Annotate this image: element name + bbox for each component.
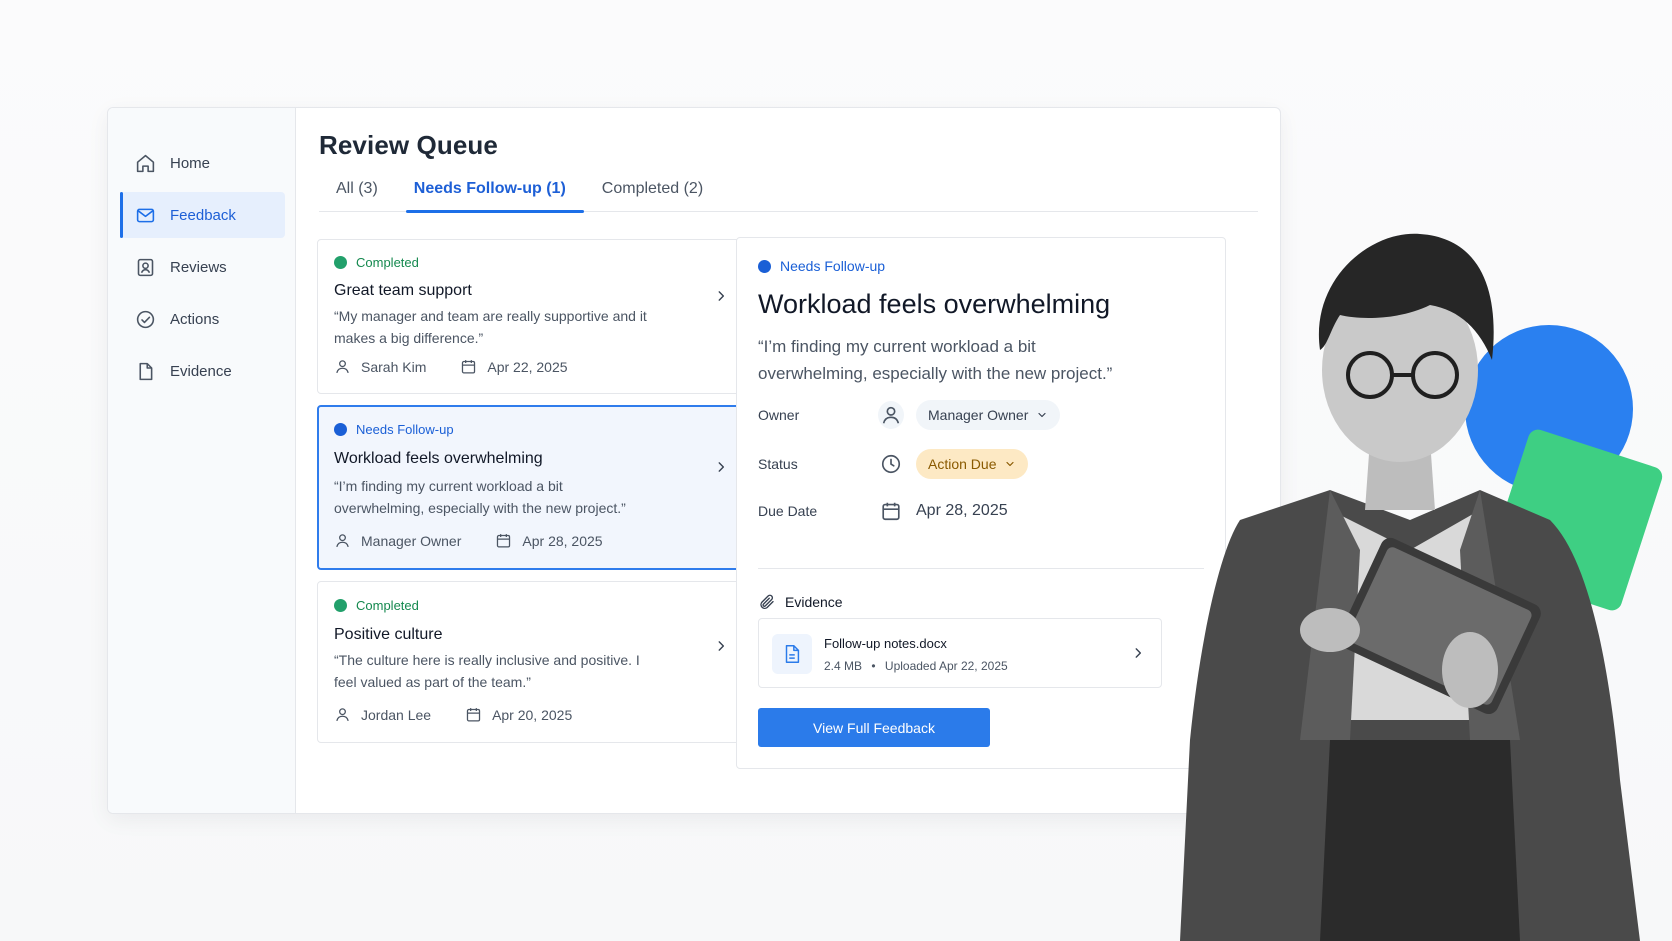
card-meta: Manager Owner Apr 28, 2025 (334, 532, 603, 550)
sidebar-item-label: Feedback (170, 206, 236, 224)
user-icon (334, 358, 352, 376)
main-panel: Review Queue All (3) Needs Follow-up (1)… (297, 108, 1280, 813)
file-uploaded: Uploaded Apr 22, 2025 (884, 659, 1008, 673)
status-dot (334, 423, 347, 436)
detail-status-badge: Needs Follow-up (758, 258, 885, 274)
calendar-icon (460, 358, 478, 376)
feedback-card[interactable]: Completed Positive culture “The culture … (317, 581, 746, 743)
person-illustration (1180, 233, 1640, 941)
status-badge: Completed (334, 255, 419, 270)
evidence-file[interactable]: Follow-up notes.docx 2.4 MB • Uploaded A… (758, 618, 1162, 688)
status-badge: Completed (334, 598, 419, 613)
status-label: Status (758, 456, 798, 472)
calendar-icon (495, 532, 513, 550)
status-field: Status Action Due (758, 449, 1029, 479)
document-icon (134, 360, 156, 382)
card-date: Apr 20, 2025 (492, 707, 573, 723)
sidebar-item-label: Reviews (170, 258, 227, 276)
owner-label: Owner (758, 407, 800, 423)
card-date: Apr 22, 2025 (487, 359, 568, 375)
chevron-right-icon (1131, 646, 1147, 662)
calendar-icon (465, 706, 483, 724)
card-quote: “My manager and team are really supporti… (334, 308, 647, 346)
check-circle-icon (134, 308, 156, 330)
sidebar-item-reviews[interactable]: Reviews (121, 244, 285, 290)
sidebar-item-label: Home (170, 154, 211, 172)
paperclip-icon (760, 594, 774, 609)
user-icon (334, 532, 352, 550)
chevron-down-icon (1038, 412, 1046, 418)
reviews-icon (134, 256, 156, 278)
card-title: Workload feels overwhelming (334, 450, 543, 467)
status-dot (334, 256, 347, 269)
tab-completed[interactable]: Completed (2) (584, 176, 721, 212)
due-date-field: Due Date Apr 28, 2025 (758, 498, 1008, 524)
feedback-card[interactable]: Completed Great team support “My manager… (317, 239, 746, 394)
file-name: Follow-up notes.docx (824, 636, 947, 651)
user-icon (334, 706, 352, 724)
sidebar-item-feedback[interactable]: Feedback (120, 192, 285, 238)
card-person: Sarah Kim (361, 359, 427, 375)
home-icon (134, 152, 156, 174)
sidebar-item-actions[interactable]: Actions (121, 296, 285, 342)
card-title: Great team support (334, 282, 472, 299)
feedback-card-selected[interactable]: Needs Follow-up Workload feels overwhelm… (317, 405, 746, 570)
view-full-feedback-button[interactable]: View Full Feedback (758, 708, 990, 747)
due-date-value[interactable]: Apr 28, 2025 (916, 502, 1008, 520)
owner-field: Owner Manager Owner (758, 400, 1061, 430)
mail-icon (134, 204, 156, 226)
chevron-right-icon (713, 638, 729, 654)
card-person: Jordan Lee (361, 707, 432, 723)
divider (758, 568, 1204, 569)
sidebar-item-evidence[interactable]: Evidence (121, 348, 285, 394)
sidebar-item-label: Actions (170, 310, 220, 328)
tab-all[interactable]: All (3) (319, 176, 396, 212)
calendar-icon (878, 498, 904, 524)
detail-panel: Needs Follow-up Workload feels overwhelm… (736, 237, 1226, 769)
card-quote: “I’m finding my current workload a bit o… (334, 478, 626, 516)
tab-needs-follow-up[interactable]: Needs Follow-up (1) (396, 176, 584, 213)
detail-quote: “I’m finding my current workload a bit o… (758, 337, 1113, 383)
sidebar: Home Feedback Reviews Actions Evidence (108, 108, 296, 813)
status-badge: Needs Follow-up (334, 422, 454, 437)
status-dropdown[interactable]: Action Due (916, 449, 1029, 479)
file-size: 2.4 MB (824, 659, 863, 673)
chevron-right-icon (713, 288, 729, 304)
status-dot (334, 599, 347, 612)
card-person: Manager Owner (361, 533, 462, 549)
sidebar-item-label: Evidence (170, 362, 232, 380)
chevron-down-icon (1006, 461, 1015, 467)
app-window: Home Feedback Reviews Actions Evidence R… (107, 107, 1281, 814)
evidence-heading: Evidence (758, 593, 843, 611)
chevron-right-icon (713, 459, 729, 475)
tab-bar: All (3) Needs Follow-up (1) Completed (2… (319, 176, 1258, 213)
card-meta: Sarah Kim Apr 22, 2025 (334, 358, 568, 376)
clock-icon (878, 451, 904, 477)
file-icon (772, 634, 812, 674)
file-meta: 2.4 MB • Uploaded Apr 22, 2025 (824, 659, 1008, 673)
stage: Home Feedback Reviews Actions Evidence R… (0, 0, 1672, 941)
card-title: Positive culture (334, 626, 443, 643)
card-meta: Jordan Lee Apr 20, 2025 (334, 706, 572, 724)
page-title: Review Queue (319, 130, 498, 160)
status-dot (758, 259, 771, 273)
owner-avatar (878, 401, 904, 429)
card-date: Apr 28, 2025 (522, 533, 603, 549)
sidebar-item-home[interactable]: Home (121, 140, 285, 186)
owner-dropdown[interactable]: Manager Owner (916, 400, 1061, 430)
due-date-label: Due Date (758, 503, 818, 519)
card-quote: “The culture here is really inclusive an… (334, 652, 640, 690)
detail-title: Workload feels overwhelming (758, 289, 1111, 319)
